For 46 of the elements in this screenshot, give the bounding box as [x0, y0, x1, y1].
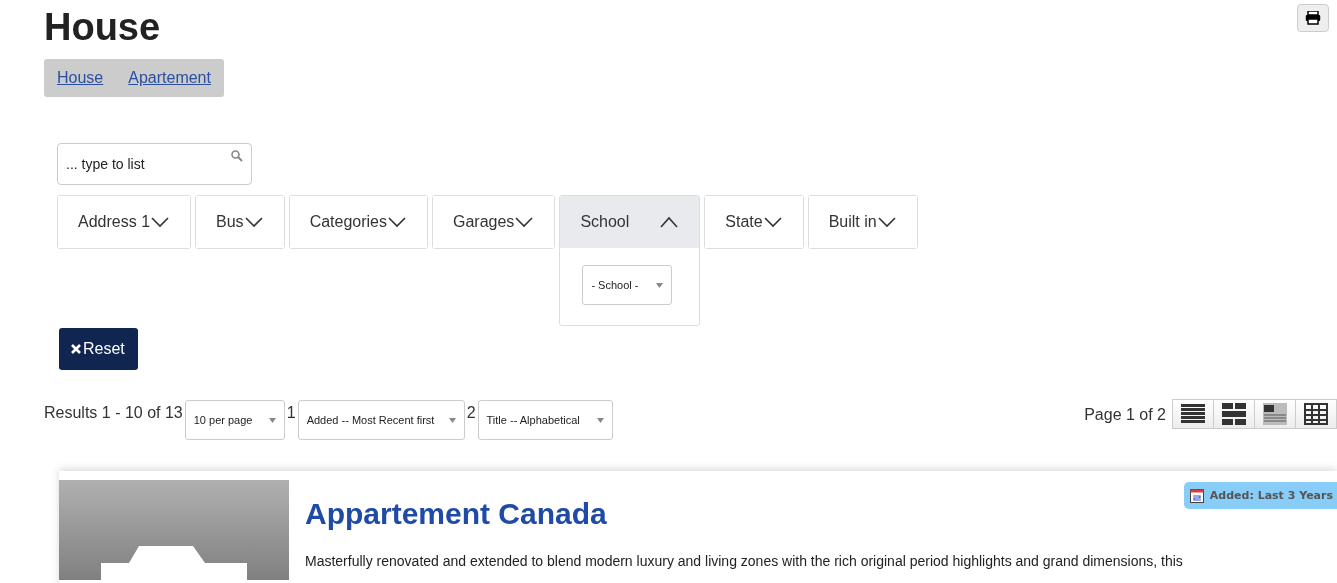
caret-icon	[596, 417, 604, 423]
results-count: Results 1 - 10 of 13	[44, 403, 183, 422]
chevron-down-icon	[150, 216, 171, 228]
filter-toggle[interactable]: Address 1	[58, 196, 191, 248]
caret-icon	[268, 417, 276, 423]
print-button[interactable]	[1297, 4, 1329, 32]
category-link[interactable]: Apartement	[128, 69, 211, 87]
dropdown-select[interactable]: 10 per page	[184, 400, 285, 440]
search-field[interactable]: ... type to list	[57, 143, 252, 185]
caret-icon	[656, 282, 664, 288]
sort-order-label: 2	[466, 403, 476, 422]
category-link[interactable]: House	[57, 69, 104, 87]
table-view-icon	[1304, 403, 1328, 425]
view-mode-button[interactable]	[1254, 399, 1296, 429]
chevron-down-icon	[876, 216, 897, 228]
view-mode-button[interactable]	[1295, 399, 1337, 429]
view-mode-button[interactable]	[1213, 399, 1255, 429]
printer-icon	[1305, 11, 1321, 25]
close-icon	[71, 344, 81, 354]
added-badge: Added: Last 3 Years	[1183, 482, 1337, 509]
page-indicator: Page 1 of 2	[1084, 405, 1166, 424]
dropdown-select[interactable]: - School -	[582, 265, 673, 305]
calendar-icon	[1189, 488, 1204, 503]
chevron-down-icon	[387, 216, 407, 228]
view-mode-button[interactable]	[1172, 399, 1214, 429]
filter-toggle[interactable]: Built in	[808, 196, 917, 248]
reset-button[interactable]: Reset	[59, 328, 138, 370]
search-icon	[231, 150, 243, 162]
page-title: House	[44, 5, 161, 50]
chevron-down-icon	[243, 216, 264, 228]
list-view-icon	[1181, 403, 1205, 425]
dropdown-select[interactable]: Title -- Alphabetical	[477, 400, 613, 440]
chevron-down-icon	[514, 216, 535, 228]
filter-toggle[interactable]: Bus	[196, 196, 284, 248]
filter-toggle[interactable]: School	[560, 196, 700, 248]
sort-order-label: 1	[286, 403, 296, 422]
chevron-down-icon	[762, 216, 783, 228]
listing-description: Masterfully renovated and extended to blend modern luxury and living zones with the rich original period highlights and grand dimensions, this	[305, 553, 1184, 569]
article-view-icon	[1263, 403, 1287, 425]
dropdown-select[interactable]: Added -- Most Recent first	[297, 400, 465, 440]
filter-toggle[interactable]: Garages	[433, 196, 555, 248]
chevron-up-icon	[659, 216, 680, 228]
blocks-view-icon	[1222, 403, 1246, 425]
filter-toggle[interactable]: State	[705, 196, 803, 248]
caret-icon	[448, 417, 456, 423]
filter-toggle[interactable]: Categories	[289, 196, 427, 248]
